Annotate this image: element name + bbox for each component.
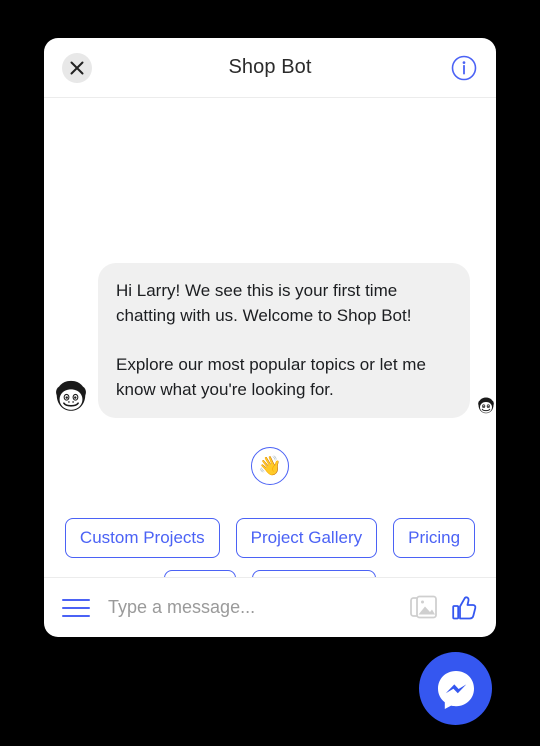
message-composer	[44, 577, 496, 637]
chat-widget-card: Shop Bot Hi Larry! We see this is your f…	[44, 38, 496, 637]
reaction-row: 👋	[44, 447, 496, 485]
quick-reply-project-gallery[interactable]: Project Gallery	[235, 518, 378, 558]
quick-reply-list: Custom Projects Project Gallery Pricing …	[44, 518, 496, 577]
photo-library-icon	[410, 595, 437, 618]
menu-line-1	[62, 598, 90, 601]
monkey-avatar-icon	[56, 380, 86, 411]
info-button[interactable]	[450, 54, 478, 82]
close-button[interactable]	[62, 52, 92, 83]
info-circle-icon	[451, 55, 477, 80]
wave-reaction-button[interactable]: 👋	[251, 447, 289, 485]
monkey-avatar-small-icon	[478, 397, 494, 414]
messenger-logo-icon	[437, 670, 474, 709]
waving-hand-emoji: 👋	[258, 455, 282, 477]
quick-reply-pricing[interactable]: Pricing	[393, 518, 476, 558]
thumbs-up-icon	[452, 595, 477, 619]
chat-message-area: Hi Larry! We see this is your first time…	[44, 98, 496, 577]
menu-line-3	[62, 614, 90, 617]
quick-reply-custom-projects[interactable]: Custom Projects	[64, 518, 220, 558]
message-input[interactable]	[104, 597, 396, 618]
bot-message-row: Hi Larry! We see this is your first time…	[44, 263, 496, 418]
photo-library-button[interactable]	[410, 595, 438, 621]
close-icon	[70, 61, 84, 74]
like-button[interactable]	[452, 595, 478, 621]
message-paragraph-2: Explore our most popular topics or let m…	[116, 355, 426, 399]
messenger-launcher-button[interactable]	[419, 652, 492, 725]
chat-title: Shop Bot	[228, 56, 312, 78]
quick-reply-testimonials[interactable]: Testimonials	[252, 570, 377, 577]
chat-header: Shop Bot	[44, 38, 496, 98]
quick-reply-faqs[interactable]: FAQs	[163, 570, 237, 577]
hamburger-menu-icon[interactable]	[62, 598, 90, 617]
bot-message-bubble: Hi Larry! We see this is your first time…	[98, 263, 470, 418]
menu-line-2	[62, 606, 90, 609]
message-paragraph-1: Hi Larry! We see this is your first time…	[116, 281, 412, 325]
